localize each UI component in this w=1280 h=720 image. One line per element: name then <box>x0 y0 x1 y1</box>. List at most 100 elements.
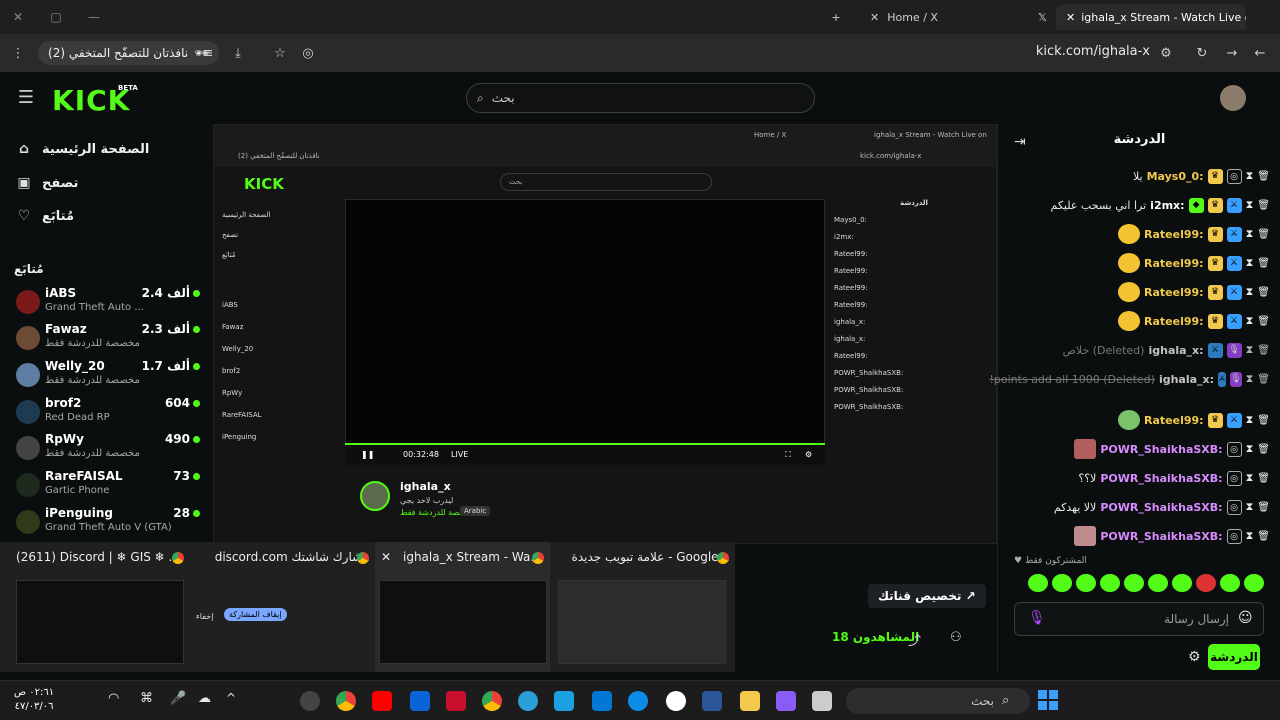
maximize-window-icon[interactable]: ▢ <box>46 7 66 27</box>
followed-channel[interactable]: Fawaz مخصصة للدردشة فقط 2.3 ألف <box>16 322 200 356</box>
language-tag[interactable]: Arabic <box>460 506 491 516</box>
timeout-icon[interactable]: ⧗ <box>1246 343 1254 357</box>
search-input[interactable]: ⌕ بحث <box>466 83 815 113</box>
delete-icon[interactable]: 🗑 <box>1257 345 1270 356</box>
chat-message[interactable]: 🗑 ⧗ ◎ POWR_ShaikhaSXB: لالا يهدكم <box>1008 495 1270 519</box>
weather-icon[interactable] <box>518 691 538 711</box>
minimize-window-icon[interactable]: — <box>84 7 104 27</box>
download-icon[interactable]: ⤓ <box>228 44 248 64</box>
chrome-icon[interactable] <box>336 691 356 711</box>
incognito-chip[interactable]: نافذتان للتصفّح المتخفي (2) 🕶 <box>38 41 220 65</box>
chat-message-input[interactable]: إرسال رسالة <box>1014 602 1264 636</box>
chat-message[interactable]: 🗑 ⧗ ⚔ ♛ ◆ i2mx: ترا اني بسحب عليكم <box>1008 193 1270 217</box>
stop-sharing-button[interactable]: إيقاف المشاركة <box>224 608 287 621</box>
close-tab-icon[interactable]: ✕ <box>1066 11 1075 24</box>
delete-icon[interactable]: 🗑 <box>1257 531 1270 542</box>
followed-channel[interactable]: Welly_20 مخصصة للدردشة فقط 1.7 ألف <box>16 359 200 393</box>
fullscreen-icon[interactable]: ⛶ <box>785 450 791 460</box>
followed-channel[interactable]: iPenguing Grand Theft Auto V (GTA) 28 <box>16 506 200 540</box>
google-icon[interactable] <box>666 691 686 711</box>
hamburger-menu-icon[interactable]: ☰ <box>16 88 36 108</box>
chat-settings-icon[interactable]: ⚙ <box>1188 649 1201 665</box>
file-explorer-icon[interactable] <box>740 691 760 711</box>
task-view-icon[interactable] <box>812 691 832 711</box>
reading-list-icon[interactable]: ≡ <box>198 44 218 64</box>
timeout-icon[interactable]: ⧗ <box>1246 314 1254 328</box>
close-window-icon[interactable]: ✕ <box>8 7 28 27</box>
share-icon[interactable]: ⤴ <box>908 630 921 649</box>
preview-ighala-stream[interactable]: ✕ ighala_x Stream - Wa... <box>375 542 550 672</box>
app-icon[interactable] <box>300 691 320 711</box>
reload-icon[interactable]: ↻ <box>1192 44 1212 64</box>
chat-message-deleted[interactable]: 🗑 ⧗ 🎙 ⚔ ighala_x: !points add all 1000 (… <box>990 367 1270 391</box>
followed-channel[interactable]: iABS Grand Theft Auto ... 2.4 ألف <box>16 286 200 320</box>
timeout-icon[interactable]: ⧗ <box>1246 372 1254 386</box>
delete-icon[interactable]: 🗑 <box>1257 316 1270 327</box>
chat-message[interactable]: 🗑 ⧗ ⚔ ♛ Rateel99: <box>1008 251 1270 275</box>
chat-message[interactable]: 🗑 ⧗ ⚔ ♛ Rateel99: <box>1008 222 1270 246</box>
mic-icon[interactable]: 🎙 <box>1028 610 1046 626</box>
preview-discord[interactable]: (2611) Discord | ❄ GIS ❄ ... <box>0 542 190 672</box>
tab-home-x[interactable]: ✕ Home / X <box>860 4 1020 30</box>
pause-icon[interactable]: ❚❚ <box>361 450 374 459</box>
chat-message-deleted[interactable]: 🗑 ⧗ 🎙 ⚔ ighala_x: خلاص (Deleted) <box>1008 338 1270 362</box>
timeout-icon[interactable]: ⧗ <box>1246 413 1254 427</box>
chat-message[interactable]: 🗑 ⧗ ⚔ ♛ Rateel99: <box>1008 280 1270 304</box>
streamer-name[interactable]: ighala_x <box>400 480 451 493</box>
preview-screen-share[interactable]: discord.com يشارك شاشتك. إيقاف المشاركة … <box>190 542 375 672</box>
video-frame[interactable] <box>345 199 825 464</box>
chat-message[interactable]: 🗑 ⧗ ◎ POWR_ShaikhaSXB: <box>1008 437 1270 461</box>
nav-home[interactable]: ⌂ الصفحة الرئيسية <box>16 138 149 160</box>
emoji-picker-icon[interactable]: ☺ <box>1238 610 1253 626</box>
timeout-icon[interactable]: ⧗ <box>1246 169 1254 183</box>
address-bar[interactable]: kick.com/ighala-x <box>1000 44 1150 59</box>
video-controls[interactable]: ❚❚ 00:32:48 LIVE ⛶ ⚙ <box>345 443 825 465</box>
copilot-icon[interactable] <box>776 691 796 711</box>
windows-start-icon[interactable] <box>1038 690 1058 710</box>
followed-channel[interactable]: brof2 Red Dead RP 604 <box>16 396 200 430</box>
chat-message[interactable]: 🗑 ⧗ ◎ POWR_ShaikhaSXB: لا؟؟ <box>1008 466 1270 490</box>
followed-channel[interactable]: RareFAISAL Gartic Phone 73 <box>16 469 200 503</box>
timeout-icon[interactable]: ⧗ <box>1246 442 1254 456</box>
timeout-icon[interactable]: ⧗ <box>1246 529 1254 543</box>
mcafee-icon[interactable] <box>446 691 466 711</box>
tab-ighala-stream[interactable]: ✕ ighala_x Stream - Watch Live on <box>1056 4 1246 30</box>
chat-message[interactable]: 🗑 ⧗ ◎ ♛ Mays0_0: يلا <box>1008 164 1270 188</box>
preview-new-tab[interactable]: علامة تبويب جديدة - Google... <box>550 542 735 672</box>
microphone-icon[interactable]: 🎤 <box>170 691 186 706</box>
delete-icon[interactable]: 🗑 <box>1257 258 1270 269</box>
new-tab-button[interactable]: + <box>826 4 846 30</box>
edge-icon[interactable] <box>628 691 648 711</box>
hp-icon[interactable] <box>554 691 574 711</box>
wifi-icon[interactable]: ◠ <box>108 691 119 706</box>
delete-icon[interactable]: 🗑 <box>1257 473 1270 484</box>
timeout-icon[interactable]: ⧗ <box>1246 198 1254 212</box>
chat-message[interactable]: 🗑 ⧗ ◎ POWR_ShaikhaSXB: <box>1008 524 1270 548</box>
back-icon[interactable]: ← <box>1250 44 1270 64</box>
youtube-icon[interactable] <box>372 691 392 711</box>
customize-channel-button[interactable]: تخصيص قناتك ↗ <box>868 584 986 608</box>
delete-icon[interactable]: 🗑 <box>1257 502 1270 513</box>
show-hidden-icons[interactable]: ^ <box>226 691 236 705</box>
chrome-icon[interactable] <box>482 691 502 711</box>
store-icon[interactable] <box>592 691 612 711</box>
onedrive-icon[interactable]: ☁ <box>198 691 211 706</box>
network-icon[interactable]: ⌘ <box>140 691 153 706</box>
close-preview-icon[interactable]: ✕ <box>381 550 391 564</box>
send-chat-button[interactable]: الدردشة <box>1208 644 1260 670</box>
settings-icon[interactable]: ⚙ <box>805 450 812 459</box>
nav-browse[interactable]: ▣ تصفح <box>16 172 78 194</box>
close-tab-icon[interactable]: ✕ <box>870 11 879 24</box>
delete-icon[interactable]: 🗑 <box>1257 444 1270 455</box>
chat-message[interactable]: 🗑 ⧗ ⚔ ♛ Rateel99: <box>1008 309 1270 333</box>
streamer-avatar[interactable] <box>360 481 390 511</box>
follow-user-icon[interactable]: ⚇ <box>950 630 962 645</box>
user-avatar[interactable] <box>1220 85 1246 111</box>
delete-icon[interactable]: 🗑 <box>1257 374 1270 385</box>
delete-icon[interactable]: 🗑 <box>1257 200 1270 211</box>
delete-icon[interactable]: 🗑 <box>1257 287 1270 298</box>
timeout-icon[interactable]: ⧗ <box>1246 500 1254 514</box>
nav-following[interactable]: ♡ مُتابَع <box>16 205 74 227</box>
stream-player[interactable]: ighala_x Stream - Watch Live on Home / X… <box>213 124 997 544</box>
forward-icon[interactable]: → <box>1222 44 1242 64</box>
